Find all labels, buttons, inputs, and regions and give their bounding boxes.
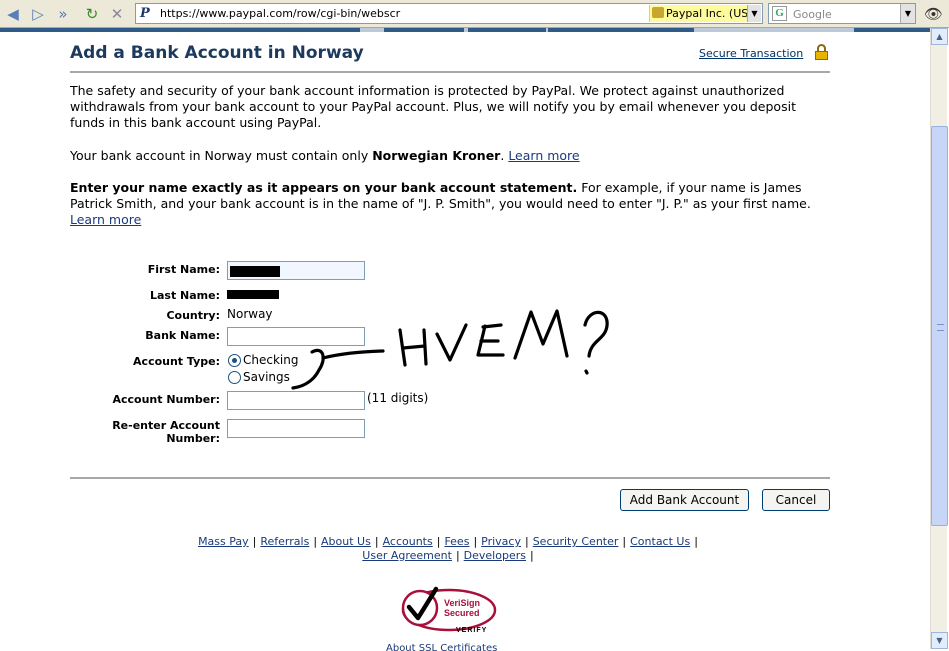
eye-icon[interactable]: 👁 <box>924 5 943 23</box>
ssl-certificates-link[interactable]: About SSL Certificates <box>386 643 497 651</box>
footer-link-mass-pay[interactable]: Mass Pay <box>198 535 249 548</box>
account-number-label: Account Number: <box>112 393 220 406</box>
savings-radio[interactable] <box>228 371 241 384</box>
name-instruction-bold: Enter your name exactly as it appears on… <box>70 180 578 195</box>
verisign-verify-label: VERIFY <box>456 627 488 634</box>
security-intro-text: The safety and security of your bank acc… <box>70 83 796 130</box>
footer-separator: | <box>694 535 698 548</box>
name-instructions: Enter your name exactly as it appears on… <box>70 180 811 227</box>
site-identity-label: Paypal Inc. (US) <box>666 7 753 20</box>
footer-link-developers[interactable]: Developers <box>464 549 526 562</box>
currency-name: Norwegian Kroner <box>372 148 501 163</box>
savings-label: Savings <box>243 370 290 384</box>
search-dropdown-icon[interactable]: ▼ <box>900 4 915 23</box>
site-nav-strip <box>0 28 930 32</box>
redacted-first-name <box>230 266 280 277</box>
currency-notice: Your bank account in Norway must contain… <box>70 148 580 163</box>
fast-forward-icon[interactable]: » <box>53 4 73 24</box>
account-type-label: Account Type: <box>133 355 220 368</box>
verisign-text: VeriSign Secured <box>444 598 481 618</box>
footer-separator: | <box>374 535 379 548</box>
first-name-label: First Name: <box>147 263 220 276</box>
footer-separator: | <box>252 535 257 548</box>
reenter-account-label: Re-enter Account Number: <box>112 419 220 445</box>
cancel-button[interactable]: Cancel <box>762 489 830 511</box>
last-name-label: Last Name: <box>149 289 220 302</box>
handwritten-annotation <box>291 309 609 390</box>
footer-separator: | <box>524 535 529 548</box>
redacted-last-name <box>227 290 279 299</box>
forward-arrow-icon[interactable]: ▷ <box>28 4 48 24</box>
reload-icon[interactable]: ↻ <box>82 4 102 24</box>
footer-link-about-us[interactable]: About Us <box>321 535 371 548</box>
footer-link-contact-us[interactable]: Contact Us <box>630 535 690 548</box>
footer-separator: | <box>529 549 534 562</box>
stop-icon[interactable]: ✕ <box>107 4 127 24</box>
footer-separator: | <box>436 535 441 548</box>
footer-link-privacy[interactable]: Privacy <box>481 535 521 548</box>
vertical-scrollbar[interactable]: ▲ ▼ <box>930 28 948 649</box>
footer-separator: | <box>473 535 478 548</box>
footer-link-security-center[interactable]: Security Center <box>533 535 619 548</box>
site-identity-box[interactable]: Paypal Inc. (US) ▼ <box>649 5 761 22</box>
padlock-icon <box>815 44 828 60</box>
first-name-field[interactable] <box>227 261 365 280</box>
address-url: https://www.paypal.com/row/cgi-bin/websc… <box>160 7 401 20</box>
footer-link-referrals[interactable]: Referrals <box>260 535 309 548</box>
footer-link-fees[interactable]: Fees <box>444 535 469 548</box>
country-value: Norway <box>227 307 273 321</box>
country-label: Country: <box>166 309 220 322</box>
footer-links-row2: User Agreement | Developers | <box>70 549 830 563</box>
secure-transaction-link[interactable]: Secure Transaction <box>699 47 803 60</box>
footer-separator: | <box>455 549 460 562</box>
footer-links: Mass Pay | Referrals | About Us | Accounts | Fee… <box>70 535 830 549</box>
footer-separator: | <box>313 535 318 548</box>
title-divider <box>70 71 830 73</box>
scroll-thumb[interactable] <box>931 126 948 526</box>
learn-more-link-currency[interactable]: Learn more <box>508 148 579 163</box>
scroll-down-icon[interactable]: ▼ <box>931 632 948 649</box>
site-lock-icon <box>652 7 664 18</box>
paypal-favicon-icon: P <box>140 6 150 21</box>
google-engine-icon[interactable]: G <box>772 6 787 21</box>
verisign-secured-badge[interactable]: VeriSign Secured VERIFY <box>400 585 498 637</box>
back-arrow-icon[interactable]: ◀ <box>3 4 23 24</box>
footer-link-accounts[interactable]: Accounts <box>383 535 433 548</box>
footer-separator: | <box>622 535 627 548</box>
form-divider <box>70 477 830 479</box>
bank-name-label: Bank Name: <box>145 329 220 342</box>
add-bank-account-button[interactable]: Add Bank Account <box>620 489 749 511</box>
footer-link-user-agreement[interactable]: User Agreement <box>362 549 452 562</box>
learn-more-link-name[interactable]: Learn more <box>70 212 141 227</box>
search-box[interactable]: G Google ▼ <box>768 3 916 24</box>
page-title: Add a Bank Account in Norway <box>70 43 364 63</box>
search-placeholder: Google <box>793 8 832 21</box>
site-dropdown-icon[interactable]: ▼ <box>747 5 761 22</box>
reenter-account-number-input[interactable] <box>227 419 365 438</box>
scroll-up-icon[interactable]: ▲ <box>931 28 948 45</box>
browser-toolbar: ◀ ▷ » ↻ ✕ P https://www.paypal.com/row/c… <box>0 0 949 28</box>
address-bar[interactable]: P https://www.paypal.com/row/cgi-bin/web… <box>135 3 763 24</box>
checking-radio[interactable] <box>228 354 241 367</box>
